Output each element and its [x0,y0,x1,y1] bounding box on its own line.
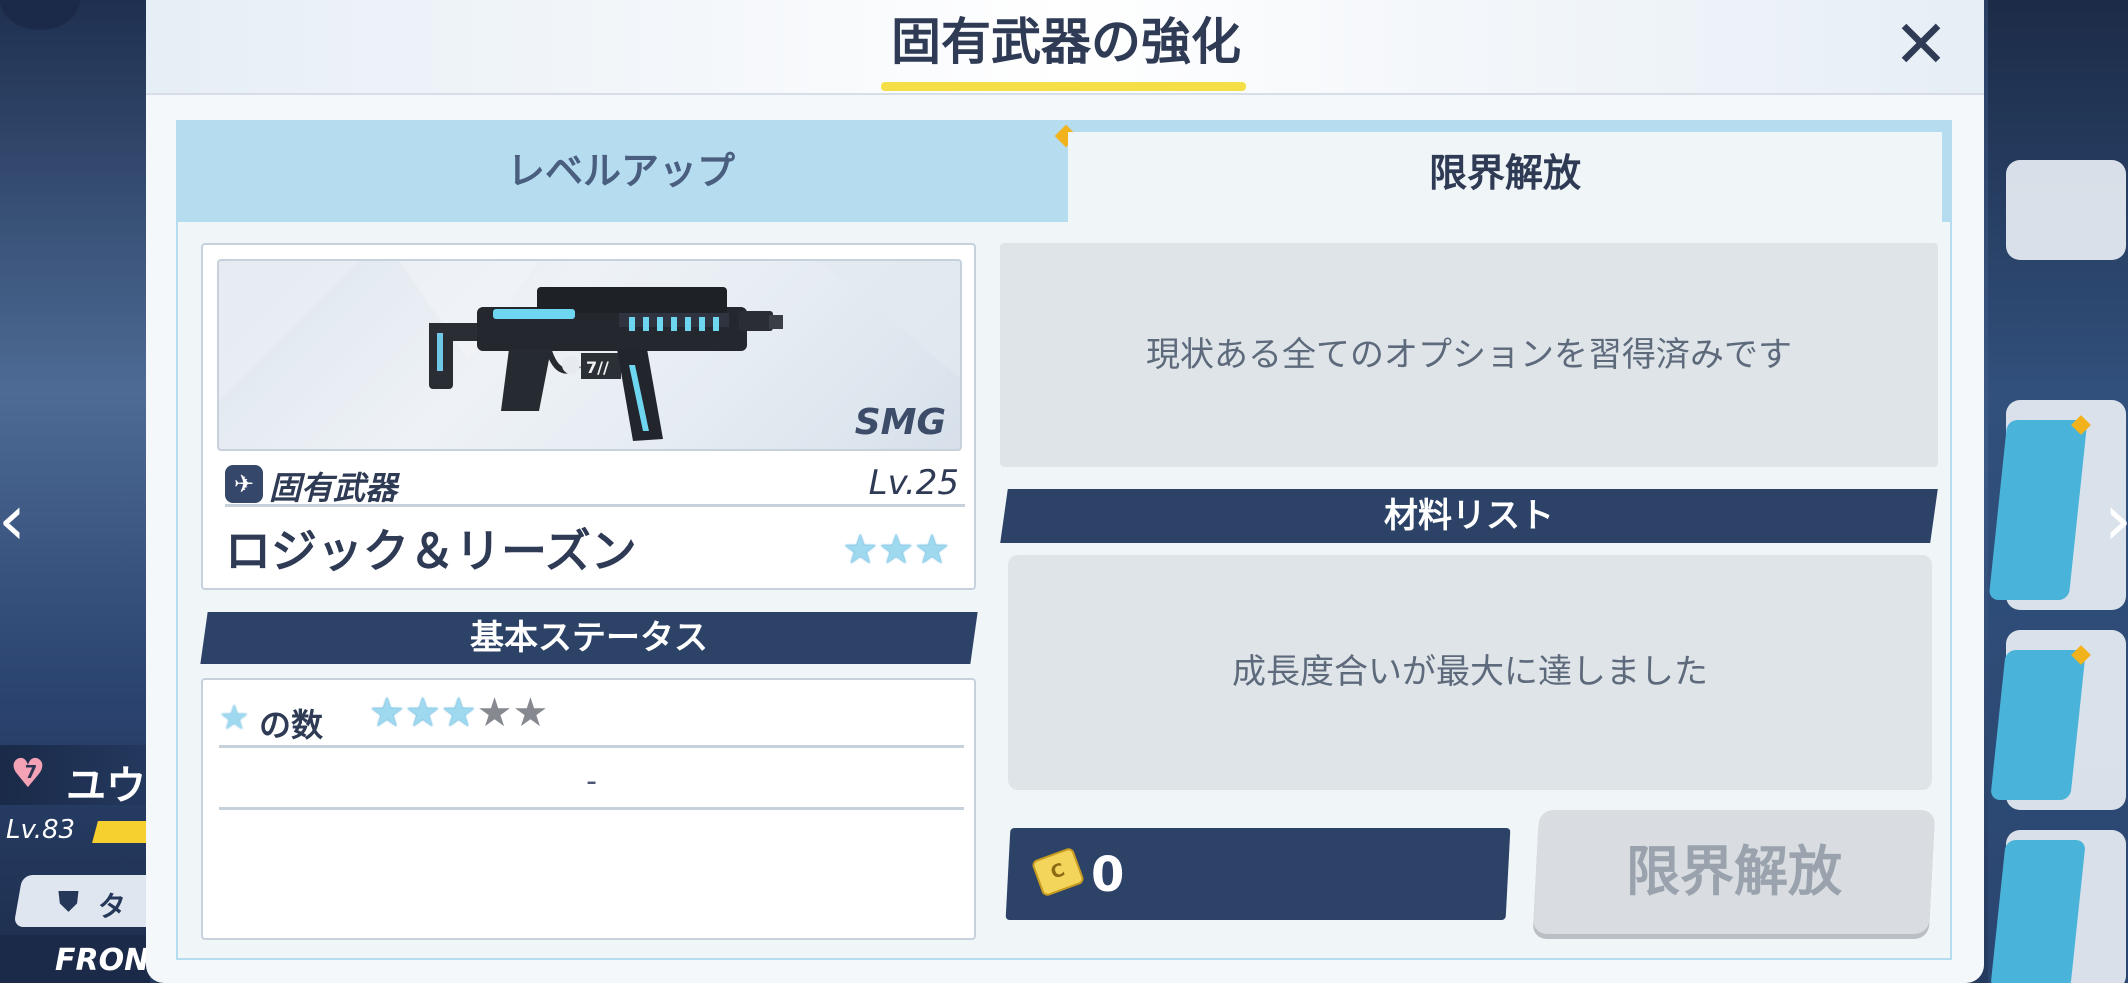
weapon-type: SMG [854,402,946,443]
character-name: ユウ [66,763,146,809]
star-count-row: ★ の数 ★★★★★ [219,688,964,748]
star-icon: ★ [219,698,250,738]
options-message: 現状ある全てのオプションを習得済みです [1146,335,1792,375]
character-panel: ♥7 ユウ Lv.83 ⛊ タン FRONT [0,735,173,983]
star-filled-icon: ★ [404,690,441,736]
menu-card [2006,160,2126,260]
materials-header: 材料リスト [1384,496,1554,536]
title-underline [881,82,1246,91]
close-button[interactable]: ✕ [1886,10,1956,80]
weapon-card: 7// SMG ✈ 固有武器 Lv.25 ロジック＆リーズン ★★★ [201,243,976,590]
menu-tab [1990,840,2086,983]
star-filled-icon: ★ [440,690,477,736]
materials-message: 成長度合いが最大に達しました [1232,652,1708,692]
chevron-left-icon[interactable]: ‹ [0,480,32,560]
weapon-meta-row: ✈ 固有武器 Lv.25 [225,461,965,507]
svg-text:7//: 7// [586,358,609,377]
smg-weapon-icon: 7// [219,261,960,441]
dialog-header: 固有武器の強化 ✕ [146,0,1984,95]
currency-value: 0 [1091,847,1125,903]
affection-level: 7 [24,762,38,783]
weapon-stars: ★★★ [842,527,950,573]
tab-limit-break[interactable]: 限界解放 [1068,132,1942,225]
tab-level-up[interactable]: レベルアップ [176,120,1066,223]
status-row: - [219,750,964,810]
star-empty-icon: ★ [512,690,549,736]
star-count-label: の数 [259,706,324,744]
star-icon: ★ [842,527,879,573]
weapon-enhance-dialog: 固有武器の強化 ✕ レベルアップ 限界解放 7// SMG ✈ 固有武器 Lv.… [146,0,1984,983]
status-header: 基本ステータス [470,618,708,658]
star-icon: ★ [878,527,915,573]
weapon-name: ロジック＆リーズン [225,524,637,578]
shield-icon: ⛊ [58,885,80,918]
menu-tab [1990,650,2086,800]
unique-weapon-label: 固有武器 [269,469,398,507]
character-level: Lv.83 [6,815,76,845]
star-icon: ★ [914,527,950,573]
heart-icon: ♥ 7 [10,753,52,795]
weapon-level: Lv.25 [868,463,959,503]
close-icon: ✕ [1893,6,1949,83]
star-empty-icon: ★ [476,690,513,736]
tab-bar: レベルアップ 限界解放 [176,120,1952,225]
materials-box: 成長度合いが最大に達しました [1008,555,1932,790]
star-rating: ★★★★★ [369,690,548,736]
chevron-right-icon[interactable]: › [2098,480,2128,560]
star-filled-icon: ★ [369,690,405,736]
status-empty-value: - [586,764,597,799]
dialog-title: 固有武器の強化 [891,13,1241,71]
status-box: ★ の数 ★★★★★ - [201,678,976,940]
limit-break-button-label[interactable]: 限界解放 [1536,810,1932,934]
unique-weapon-icon: ✈ [225,465,263,503]
options-box: 現状ある全てのオプションを習得済みです [1000,243,1938,467]
weapon-image: 7// SMG [217,259,962,451]
